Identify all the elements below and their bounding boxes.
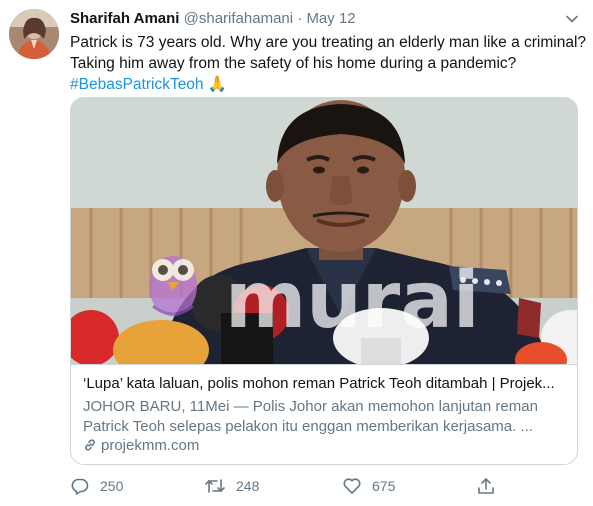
tweet-text: Patrick is 73 years old. Why are you tre… <box>70 32 587 95</box>
share-icon <box>478 478 494 494</box>
pray-emoji: 🙏 <box>207 76 228 93</box>
like-icon <box>343 478 361 494</box>
like-count: 675 <box>372 478 396 494</box>
tweet-text-line: Patrick is 73 years old. Why are you tre… <box>70 34 587 51</box>
card-description: JOHOR BARU, 11Mei — Polis Johor akan mem… <box>83 397 569 437</box>
card-image: murai <box>71 98 577 364</box>
card-domain: projekmm.com <box>83 437 199 454</box>
retweet-button[interactable]: 248 <box>204 474 259 498</box>
card-description-line: Patrick Teoh selepas pelakon itu enggan … <box>83 418 533 435</box>
tweet-text-line: Taking him away from the safety of his h… <box>70 55 517 72</box>
like-button[interactable]: 675 <box>342 474 395 498</box>
tweet-actions: 250 248 675 <box>70 474 510 498</box>
link-card[interactable]: murai ‘Lupa’ kata laluan, polis mohon re… <box>70 97 578 465</box>
card-description-line: JOHOR BARU, 11Mei — Polis Johor akan mem… <box>83 398 538 415</box>
retweet-icon <box>205 479 225 493</box>
card-title: ‘Lupa’ kata laluan, polis mohon reman Pa… <box>83 375 555 392</box>
retweet-count: 248 <box>236 478 260 494</box>
reply-count: 250 <box>100 478 124 494</box>
card-domain-text: projekmm.com <box>101 437 200 454</box>
reply-icon <box>71 478 89 495</box>
watermark: murai <box>225 256 480 346</box>
hashtag-link[interactable]: #BebasPatrickTeoh <box>70 76 204 93</box>
tweet-date[interactable]: May 12 <box>306 10 355 27</box>
reply-button[interactable]: 250 <box>70 474 123 498</box>
tweet-header: Sharifah Amani @sharifahamani · May 12 <box>70 10 573 32</box>
meta-separator: · <box>293 10 307 27</box>
card-info: ‘Lupa’ kata laluan, polis mohon reman Pa… <box>71 364 577 464</box>
share-button[interactable] <box>476 474 506 498</box>
avatar[interactable] <box>9 9 59 59</box>
caret-down-icon[interactable] <box>565 12 579 26</box>
link-icon <box>85 439 95 451</box>
author-name[interactable]: Sharifah Amani <box>70 10 179 27</box>
author-handle[interactable]: @sharifahamani <box>184 10 293 27</box>
